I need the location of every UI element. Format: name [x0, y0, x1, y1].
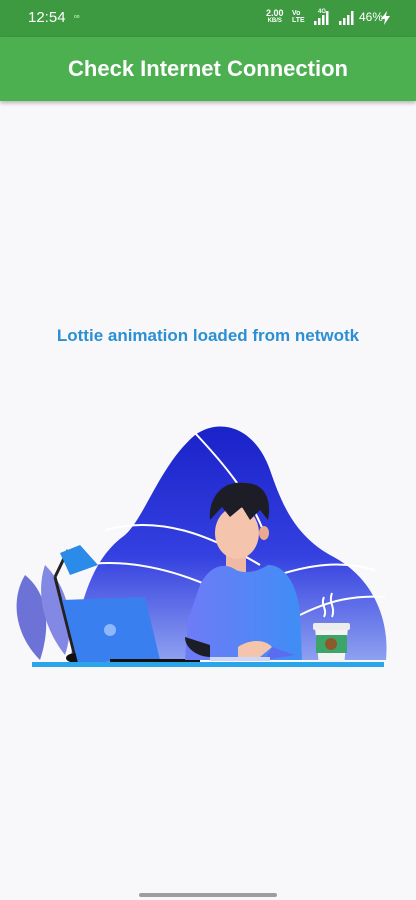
volte-icon: Vo LTE [292, 10, 305, 24]
volte-line1: Vo [292, 10, 301, 17]
animation-caption: Lottie animation loaded from netwotk [56, 326, 360, 345]
battery-level: 46% [359, 10, 384, 24]
notification-icon: oo [74, 14, 80, 20]
volte-line2: LTE [292, 17, 305, 24]
gesture-nav-handle[interactable] [139, 893, 277, 897]
page-title: Check Internet Connection [68, 56, 348, 81]
charging-icon [381, 11, 390, 25]
status-bar: 12:54 oo 2.00 KB/S Vo LTE 4G 46% [0, 0, 416, 37]
desk [32, 662, 384, 667]
lamp-shade [60, 545, 98, 575]
app-bar: Check Internet Connection [0, 37, 416, 101]
signal-icon [314, 11, 329, 25]
network-speed: 2.00 KB/S [266, 9, 284, 25]
signal-icon [339, 11, 354, 25]
person-at-laptop-illustration [16, 426, 387, 667]
network-speed-unit: KB/S [267, 18, 282, 24]
status-time: 12:54 [28, 9, 66, 26]
